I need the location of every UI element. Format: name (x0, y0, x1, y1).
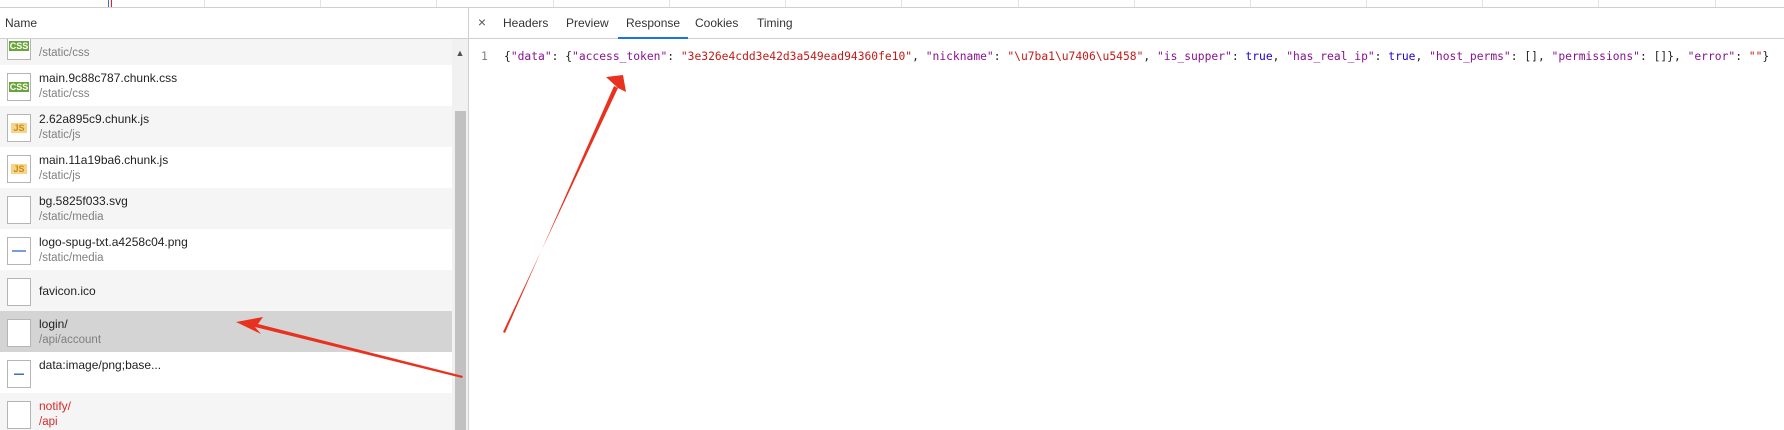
timeline-gridline (1250, 0, 1251, 7)
name-column-header[interactable]: Name (0, 8, 468, 39)
response-body[interactable]: 1 {"data": {"access_token": "3e326e4cdd3… (469, 42, 1784, 422)
request-name: notify/ (39, 399, 72, 413)
timeline-gridline (901, 0, 902, 7)
tab-headers[interactable]: Headers (503, 8, 548, 38)
timeline-gridline (1482, 0, 1483, 7)
request-list-scrollbar[interactable]: ▲ (452, 39, 468, 430)
request-row[interactable]: CSS main.9c88c787.chunk.css /static/css (0, 65, 452, 106)
timeline-gridline (436, 0, 437, 7)
request-path: /static/media (39, 252, 104, 264)
tab-timing[interactable]: Timing (757, 8, 793, 38)
active-tab-indicator (618, 37, 689, 39)
timeline-gridline (204, 0, 205, 7)
tab-preview[interactable]: Preview (566, 8, 609, 38)
timeline-marker-blue (108, 0, 109, 7)
js-file-icon: JS (7, 155, 31, 183)
request-name: login/ (39, 317, 68, 331)
request-row[interactable]: CSS /static/css (0, 39, 452, 65)
timeline-gridline (320, 0, 321, 7)
request-row[interactable]: logo-spug-txt.a4258c04.png /static/media (0, 229, 452, 270)
scrollbar-thumb[interactable] (455, 111, 466, 430)
request-name: favicon.ico (39, 284, 96, 298)
request-row[interactable]: JS 2.62a895c9.chunk.js /static/js (0, 106, 452, 147)
timeline-marker-red (111, 0, 112, 7)
request-path: /static/media (39, 211, 104, 223)
request-row-selected[interactable]: login/ /api/account (0, 311, 452, 352)
request-name: main.9c88c787.chunk.css (39, 71, 178, 85)
request-details-panel: × Headers Preview Response Cookies Timin… (469, 8, 1784, 430)
network-timeline-overview[interactable] (0, 0, 1784, 8)
request-name: main.11a19ba6.chunk.js (39, 153, 169, 167)
request-name: bg.5825f033.svg (39, 194, 128, 208)
request-name: 2.62a895c9.chunk.js (39, 112, 150, 126)
request-row[interactable]: bg.5825f033.svg /static/media (0, 188, 452, 229)
request-list-panel: Name CSS /static/css CSS main.9c88c787.c… (0, 8, 469, 430)
line-number: 1 (481, 50, 488, 63)
blank-file-icon (7, 401, 31, 429)
timeline-gridline (1598, 0, 1599, 7)
request-path: /static/css (39, 47, 90, 59)
css-file-icon: CSS (7, 39, 31, 60)
tab-response[interactable]: Response (618, 8, 689, 39)
request-name: data:image/png;base... (39, 358, 162, 372)
tab-cookies[interactable]: Cookies (695, 8, 738, 38)
timeline-gridline (669, 0, 670, 7)
timeline-gridline (1366, 0, 1367, 7)
request-path: /static/js (39, 129, 81, 141)
timeline-gridline (1018, 0, 1019, 7)
js-file-icon: JS (7, 114, 31, 142)
request-row[interactable]: ▬▬ data:image/png;base... (0, 352, 452, 393)
tab-response-label: Response (626, 16, 681, 30)
timeline-gridline (553, 0, 554, 7)
details-tab-bar: × Headers Preview Response Cookies Timin… (469, 8, 1784, 39)
request-name: logo-spug-txt.a4258c04.png (39, 235, 188, 249)
timeline-gridline (785, 0, 786, 7)
request-path: /static/css (39, 88, 90, 100)
request-path: /static/js (39, 170, 81, 182)
request-row[interactable]: JS main.11a19ba6.chunk.js /static/js (0, 147, 452, 188)
blank-file-icon (7, 196, 31, 224)
timeline-gridline (1134, 0, 1135, 7)
blank-file-icon (7, 319, 31, 347)
image-file-icon: ▬▬ (7, 360, 31, 388)
close-icon[interactable]: × (475, 14, 489, 30)
scroll-up-arrow-icon[interactable]: ▲ (452, 47, 468, 59)
request-row-error[interactable]: notify/ /api (0, 393, 452, 430)
request-path: /api (39, 416, 58, 428)
request-path: /api/account (39, 334, 102, 346)
image-file-icon (7, 237, 31, 265)
response-json-line: {"data": {"access_token": "3e326e4cdd3e4… (504, 50, 1770, 63)
timeline-gridline (1715, 0, 1716, 7)
request-rows: CSS /static/css CSS main.9c88c787.chunk.… (0, 39, 452, 430)
css-file-icon: CSS (7, 73, 31, 101)
blank-file-icon (7, 278, 31, 306)
request-row[interactable]: favicon.ico (0, 270, 452, 311)
